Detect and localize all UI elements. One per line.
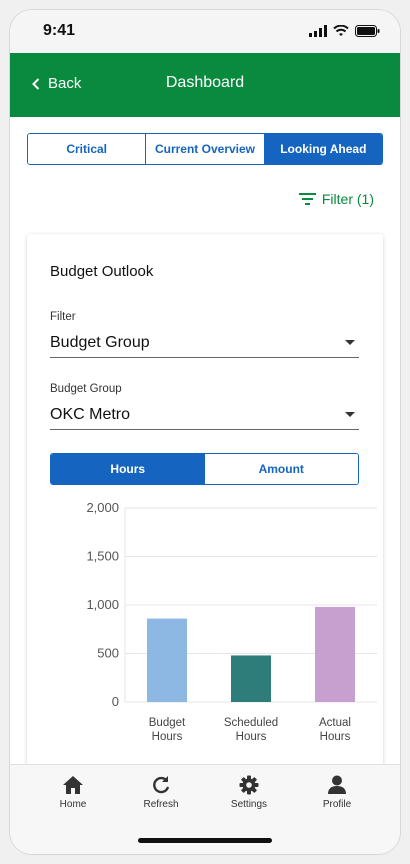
budget-group-field-label: Budget Group [50, 383, 122, 395]
chart-xtick-label: Budget [149, 717, 186, 729]
nav-settings-label: Settings [230, 799, 268, 810]
settings-icon [239, 775, 259, 795]
budget-chart-svg: 0 500 1,000 1,500 2,000 Budget Hours Scheduled H… [86, 500, 377, 743]
chart-xtick-label: Hours [320, 731, 351, 743]
refresh-icon [153, 776, 170, 794]
hours-amount-toggle: Hours Amount [50, 453, 359, 485]
chart-ytick-label: 2,000 [86, 500, 119, 515]
card-title: Budget Outlook [50, 263, 154, 280]
chart-xtick-label: Actual [319, 717, 351, 729]
signal-icon [309, 25, 327, 37]
chart-xtick-label: Hours [152, 731, 183, 743]
amount-toggle-button[interactable]: Amount [204, 454, 358, 484]
nav-home-label: Home [59, 799, 87, 810]
status-bar: 9:41 [10, 10, 400, 53]
chart-bar [231, 655, 271, 702]
chart-xtick-label: Scheduled [224, 717, 278, 729]
app-header: Back Dashboard [10, 53, 400, 117]
caret-down-icon [345, 412, 355, 417]
nav-home[interactable]: Home [33, 775, 113, 810]
filter-field-label: Filter [50, 311, 76, 323]
chart-bar [147, 618, 187, 702]
home-indicator [138, 838, 272, 843]
tab-critical[interactable]: Critical [28, 134, 147, 164]
tab-current-overview[interactable]: Current Overview [146, 134, 265, 164]
chart-ytick-label: 500 [97, 646, 119, 661]
filter-select[interactable]: Budget Group [50, 328, 359, 358]
dashboard-tabs: Critical Current Overview Looking Ahead [27, 133, 383, 165]
chart-bar [315, 606, 355, 702]
home-icon [63, 776, 83, 794]
page-title: Dashboard [165, 74, 245, 91]
chart-ytick-label: 0 [112, 694, 119, 709]
status-icons [309, 25, 380, 37]
nav-profile[interactable]: Profile [297, 775, 377, 810]
hours-toggle-button[interactable]: Hours [51, 454, 205, 484]
caret-down-icon [345, 340, 355, 345]
filter-label: Filter (1) [321, 191, 374, 207]
phone-screen: 9:41 Back Dashboard Critical Current Ove… [10, 10, 400, 854]
chart-ytick-label: 1,500 [86, 549, 119, 564]
filter-icon [298, 193, 316, 205]
battery-icon [355, 25, 380, 37]
chart-xtick-label: Hours [236, 731, 267, 743]
profile-icon [328, 775, 346, 794]
nav-refresh[interactable]: Refresh [121, 775, 201, 810]
tab-looking-ahead[interactable]: Looking Ahead [264, 134, 382, 164]
nav-refresh-label: Refresh [143, 799, 179, 810]
chart-ytick-label: 1,000 [86, 597, 119, 612]
nav-settings[interactable]: Settings [209, 775, 289, 810]
nav-profile-label: Profile [322, 799, 352, 810]
budget-chart: 0 500 1,000 1,500 2,000 Budget Hours Scheduled H… [27, 496, 383, 776]
wifi-icon [333, 25, 349, 36]
budget-outlook-card: Budget Outlook Filter Budget Group Budge… [27, 234, 383, 834]
filter-button[interactable]: Filter (1) [298, 191, 374, 207]
status-time: 9:41 [43, 22, 76, 39]
budget-group-select-value: OKC Metro [50, 405, 131, 423]
filter-select-value: Budget Group [50, 333, 150, 351]
budget-group-select[interactable]: OKC Metro [50, 400, 359, 430]
